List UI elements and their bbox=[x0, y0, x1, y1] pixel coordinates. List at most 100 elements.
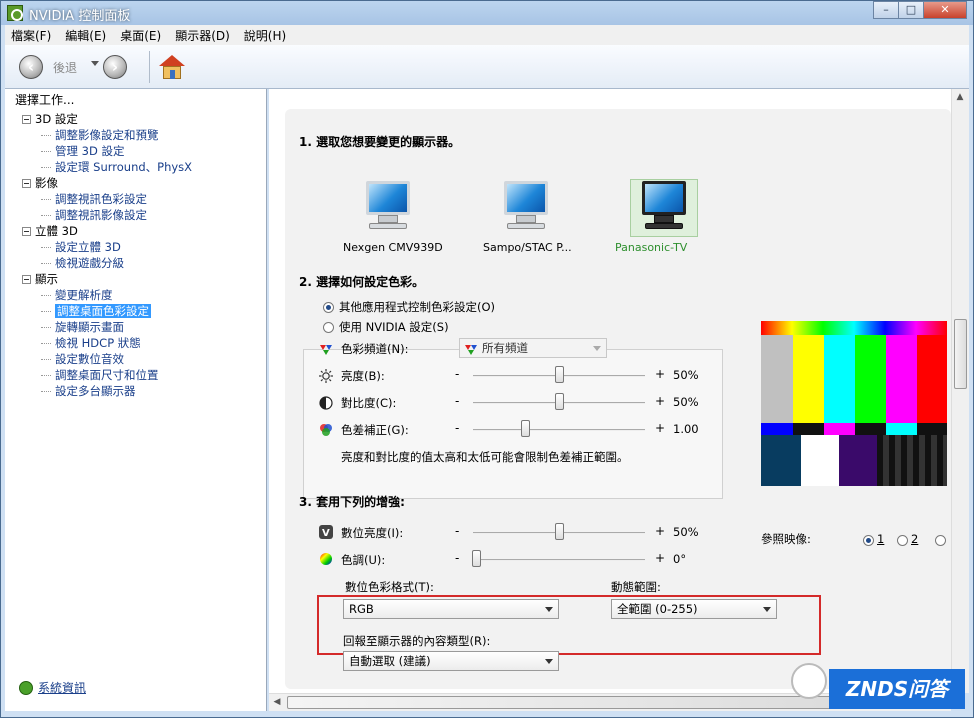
forward-arrow-icon[interactable]: › bbox=[103, 55, 127, 79]
digital-vibrance-icon: V bbox=[319, 525, 333, 539]
tree-item[interactable]: 調整桌面尺寸和位置 bbox=[19, 367, 259, 383]
gamma-slider-thumb[interactable] bbox=[520, 420, 530, 437]
minimize-button[interactable]: – bbox=[873, 1, 899, 19]
tree-item-label[interactable]: 3D 設定 bbox=[35, 112, 78, 126]
tree-item-label[interactable]: 設定數位音效 bbox=[55, 352, 124, 366]
hue-slider-track[interactable] bbox=[473, 559, 645, 561]
tree-item-label[interactable]: 調整桌面尺寸和位置 bbox=[55, 368, 159, 382]
menu-display[interactable]: 顯示器(D) bbox=[175, 27, 230, 44]
back-history-dropdown-icon[interactable] bbox=[91, 61, 99, 66]
hue-slider-thumb[interactable] bbox=[472, 550, 482, 567]
tree-item-label[interactable]: 調整桌面色彩設定 bbox=[55, 304, 151, 318]
monitor-3-label[interactable]: Panasonic-TV bbox=[615, 241, 687, 254]
wechat-logo-icon bbox=[791, 663, 827, 699]
tree-item[interactable]: 檢視 HDCP 狀態 bbox=[19, 335, 259, 351]
monitor-2-icon[interactable] bbox=[501, 181, 551, 235]
contrast-value: 50% bbox=[673, 395, 699, 409]
toolbar-separator bbox=[149, 51, 150, 83]
tree-item[interactable]: 調整視訊影像設定 bbox=[19, 207, 259, 223]
tree-item[interactable]: 調整桌面色彩設定 bbox=[19, 303, 259, 319]
brightness-minus: - bbox=[455, 367, 460, 381]
vertical-scroll-thumb[interactable] bbox=[954, 319, 967, 389]
monitor-2-label[interactable]: Sampo/STAC P... bbox=[483, 241, 572, 254]
contrast-slider-thumb[interactable] bbox=[555, 393, 564, 410]
monitor-1-icon[interactable] bbox=[363, 181, 413, 235]
vertical-scrollbar[interactable]: ▲ ▼ bbox=[951, 89, 969, 693]
ref-radio-1-label[interactable]: 1 bbox=[877, 532, 884, 546]
task-tree-pane: 選擇工作... 3D 設定 調整影像設定和預覽 管理 3D 設定 設定環 Surrou… bbox=[5, 89, 267, 711]
tree-item[interactable]: 設定多台顯示器 bbox=[19, 383, 259, 399]
horizontal-scroll-thumb[interactable] bbox=[287, 696, 847, 709]
system-info-link[interactable]: 系統資訊 bbox=[19, 679, 86, 696]
radio-other-app-label[interactable]: 其他應用程式控制色彩設定(O) bbox=[339, 299, 495, 315]
tree-item-label[interactable]: 調整影像設定和預覽 bbox=[55, 128, 159, 142]
tree-item-label[interactable]: 檢視遊戲分級 bbox=[55, 256, 124, 270]
tree-item[interactable]: 調整視訊色彩設定 bbox=[19, 191, 259, 207]
menu-file[interactable]: 檔案(F) bbox=[11, 27, 51, 44]
tree-item[interactable]: 變更解析度 bbox=[19, 287, 259, 303]
tree-item-label[interactable]: 設定多台顯示器 bbox=[55, 384, 136, 398]
system-info-label[interactable]: 系統資訊 bbox=[38, 679, 86, 696]
tree-item-label[interactable]: 調整視訊色彩設定 bbox=[55, 192, 147, 206]
radio-nvidia-settings[interactable] bbox=[323, 322, 334, 333]
maximize-button[interactable]: □ bbox=[898, 1, 924, 19]
tree-item[interactable]: 旋轉顯示畫面 bbox=[19, 319, 259, 335]
scroll-left-icon[interactable]: ◀ bbox=[269, 694, 285, 710]
nvidia-control-panel-window: NVIDIA 控制面板 – □ ✕ 檔案(F) 編輯(E) 桌面(E) 顯示器(… bbox=[0, 0, 974, 718]
ref-radio-3[interactable] bbox=[935, 535, 946, 546]
scroll-up-icon[interactable]: ▲ bbox=[952, 89, 968, 105]
digital-vibrance-slider-thumb[interactable] bbox=[555, 523, 564, 540]
reference-image-label: 參照映像: bbox=[761, 532, 811, 546]
menu-desktop[interactable]: 桌面(E) bbox=[120, 27, 161, 44]
close-button[interactable]: ✕ bbox=[923, 1, 967, 19]
tree-item[interactable]: 設定環 Surround、PhysX bbox=[19, 159, 259, 175]
menu-help[interactable]: 說明(H) bbox=[244, 27, 286, 44]
digital-vibrance-label: 數位亮度(I): bbox=[341, 526, 404, 540]
gamma-minus: - bbox=[455, 421, 460, 435]
tree-item[interactable]: 調整影像設定和預覽 bbox=[19, 127, 259, 143]
tree-item-label[interactable]: 立體 3D bbox=[35, 224, 78, 238]
digital-vibrance-plus: + bbox=[655, 524, 666, 538]
brightness-icon bbox=[319, 369, 333, 383]
tree-item[interactable]: 檢視遊戲分級 bbox=[19, 255, 259, 271]
ref-radio-2[interactable] bbox=[897, 535, 908, 546]
home-icon[interactable] bbox=[159, 55, 185, 79]
hue-plus: + bbox=[655, 551, 666, 565]
dynamic-range-select[interactable]: 全範圍 (0-255) bbox=[611, 599, 777, 619]
contrast-icon bbox=[319, 396, 333, 410]
tree-item-label[interactable]: 設定立體 3D bbox=[55, 240, 121, 254]
tree-item-label[interactable]: 設定環 Surround、PhysX bbox=[55, 160, 192, 174]
tree-item-label[interactable]: 檢視 HDCP 狀態 bbox=[55, 336, 141, 350]
gamma-slider-track[interactable] bbox=[473, 429, 645, 431]
back-label[interactable]: 後退 bbox=[53, 59, 77, 76]
radio-other-app[interactable] bbox=[323, 302, 334, 313]
tree-item[interactable]: 設定立體 3D bbox=[19, 239, 259, 255]
menu-edit[interactable]: 編輯(E) bbox=[65, 27, 106, 44]
tree-category[interactable]: 3D 設定 bbox=[19, 111, 259, 127]
chevron-down-icon bbox=[545, 659, 553, 664]
monitor-1-label[interactable]: Nexgen CMV939D bbox=[343, 241, 443, 254]
ref-radio-2-label[interactable]: 2 bbox=[911, 532, 918, 546]
title-bar[interactable]: NVIDIA 控制面板 – □ ✕ bbox=[1, 1, 973, 25]
contrast-minus: - bbox=[455, 394, 460, 408]
tree-category[interactable]: 顯示 bbox=[19, 271, 259, 287]
tree-item-label[interactable]: 旋轉顯示畫面 bbox=[55, 320, 124, 334]
color-format-label: 數位色彩格式(T): bbox=[345, 580, 434, 594]
tree-item-label[interactable]: 變更解析度 bbox=[55, 288, 113, 302]
tree-category[interactable]: 立體 3D bbox=[19, 223, 259, 239]
tree-item-label[interactable]: 管理 3D 設定 bbox=[55, 144, 124, 158]
content-type-select[interactable]: 自動選取 (建議) bbox=[343, 651, 559, 671]
tree-item-label[interactable]: 影像 bbox=[35, 176, 58, 190]
color-format-select[interactable]: RGB bbox=[343, 599, 559, 619]
radio-nvidia-settings-label[interactable]: 使用 NVIDIA 設定(S) bbox=[339, 319, 449, 335]
tree-item-label[interactable]: 調整視訊影像設定 bbox=[55, 208, 147, 222]
tree-item[interactable]: 管理 3D 設定 bbox=[19, 143, 259, 159]
tree-item-label[interactable]: 顯示 bbox=[35, 272, 58, 286]
brightness-slider-thumb[interactable] bbox=[555, 366, 564, 383]
tree-item[interactable]: 設定數位音效 bbox=[19, 351, 259, 367]
color-channel-select[interactable]: 所有頻道 bbox=[459, 338, 607, 358]
ref-radio-1[interactable] bbox=[863, 535, 874, 546]
back-arrow-icon[interactable]: ‹ bbox=[19, 55, 43, 79]
monitor-3-icon[interactable] bbox=[639, 181, 689, 235]
tree-category[interactable]: 影像 bbox=[19, 175, 259, 191]
